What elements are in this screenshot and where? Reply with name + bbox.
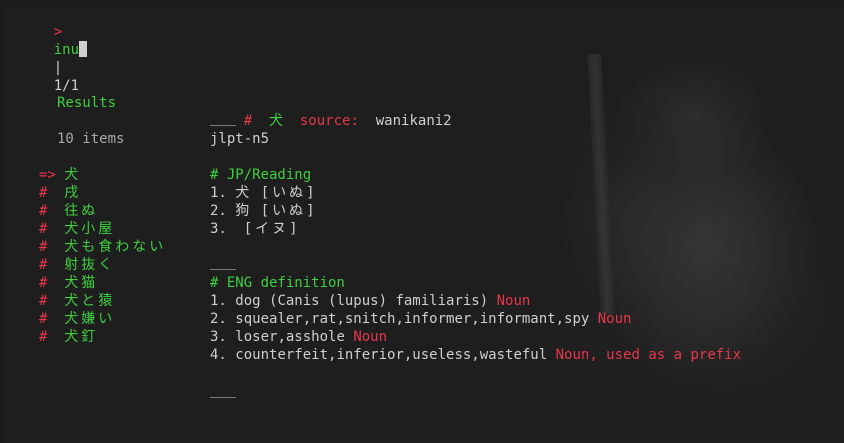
part-of-speech: Noun: [353, 329, 388, 345]
part-of-speech: Noun, used as a prefix: [555, 347, 742, 363]
prompt-symbol: >: [53, 24, 63, 40]
list-item[interactable]: # 犬と猿: [39, 292, 115, 310]
definition-row: 1. dog (Canis (lupus) familiaris) Noun: [210, 293, 531, 309]
item-marker: #: [39, 311, 48, 327]
list-item-label: 射抜く: [64, 257, 116, 273]
list-item-label: 犬と猿: [64, 293, 116, 309]
part-of-speech: Noun: [597, 311, 632, 327]
source-value: wanikani2: [375, 113, 452, 129]
terminal-window: > inu | 1/1 Results 10 items => 犬 # 戌 # …: [4, 4, 844, 443]
eng-heading: # ENG definition: [210, 275, 345, 291]
divider: [210, 125, 236, 126]
list-item-label: 犬釘: [64, 329, 99, 345]
list-item-label: 戌: [64, 185, 82, 201]
entry-word: 犬: [269, 113, 284, 129]
list-item[interactable]: # 往ぬ: [39, 202, 98, 220]
match-count: 1/1: [53, 78, 80, 94]
divider: [210, 269, 236, 270]
list-item[interactable]: # 犬嫌い: [39, 310, 115, 328]
selected-marker: =>: [39, 167, 56, 183]
item-marker: #: [39, 257, 48, 273]
list-item-label: 犬嫌い: [64, 311, 116, 327]
definition-row: 4. counterfeit,inferior,useless,wasteful…: [210, 347, 742, 363]
text-cursor: [79, 41, 88, 57]
list-item[interactable]: # 犬釘: [39, 328, 98, 346]
item-marker: #: [39, 185, 48, 201]
divider: [210, 397, 236, 398]
item-marker: #: [39, 239, 48, 255]
reading-row: 3. [イヌ]: [210, 221, 301, 237]
list-item-label: 犬も食わない: [64, 239, 167, 255]
item-marker: #: [39, 329, 48, 345]
source-label: source:: [299, 113, 359, 129]
results-header: Results: [57, 95, 117, 111]
reading-heading: # JP/Reading: [210, 167, 312, 183]
list-item-label: 犬小屋: [64, 221, 116, 237]
search-input[interactable]: inu: [54, 42, 79, 58]
results-count: 10 items: [57, 131, 125, 147]
list-item[interactable]: => 犬: [39, 166, 81, 184]
jlpt-tag: jlpt-n5: [210, 131, 270, 147]
definition-row: 2. squealer,rat,snitch,informer,informan…: [210, 311, 632, 327]
item-marker: #: [39, 221, 48, 237]
reading-row: 1. 犬 [いぬ]: [210, 185, 318, 201]
background-wallpaper: [587, 53, 615, 315]
list-item[interactable]: # 戌: [39, 184, 81, 202]
list-item[interactable]: # 犬小屋: [39, 220, 115, 238]
reading-row: 2. 狗 [いぬ]: [210, 203, 318, 219]
list-item[interactable]: # 犬も食わない: [39, 238, 166, 256]
list-item-label: 往ぬ: [64, 203, 99, 219]
definition-row: 3. loser,asshole Noun: [210, 329, 388, 345]
heading-hash: #: [243, 113, 253, 129]
prompt-separator: |: [53, 60, 63, 76]
list-item-label: 犬猫: [64, 275, 99, 291]
part-of-speech: Noun: [496, 293, 531, 309]
list-item[interactable]: # 犬猫: [39, 274, 98, 292]
list-item-label: 犬: [64, 167, 82, 183]
item-marker: #: [39, 275, 48, 291]
item-marker: #: [39, 293, 48, 309]
item-marker: #: [39, 203, 48, 219]
list-item[interactable]: # 射抜く: [39, 256, 115, 274]
